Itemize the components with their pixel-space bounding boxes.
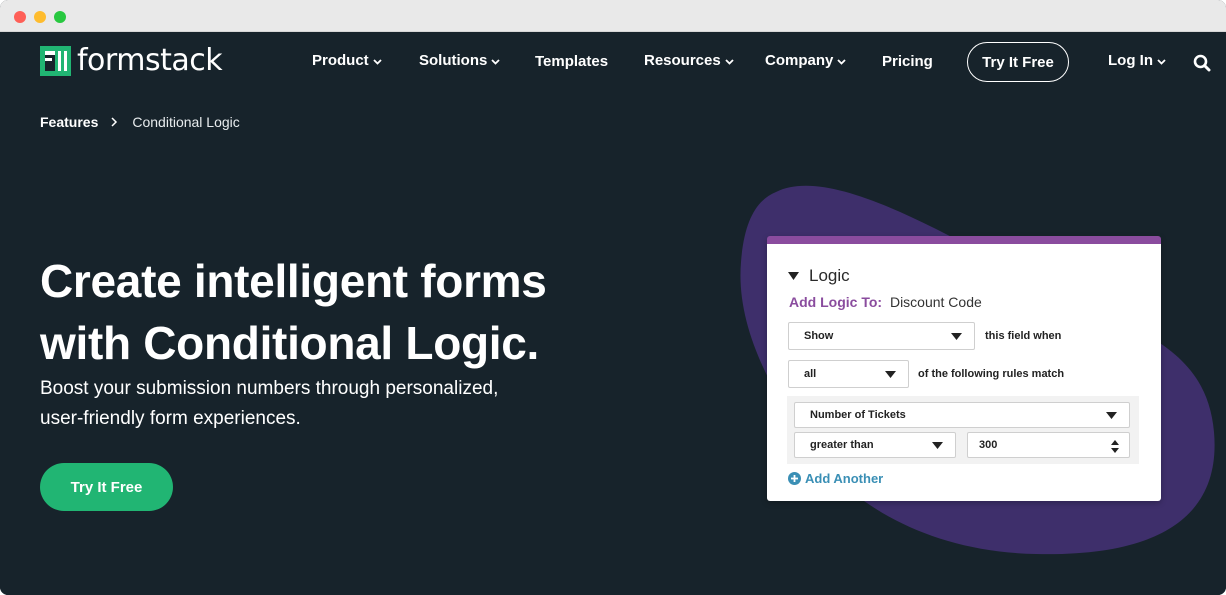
logic-card-title: Logic bbox=[809, 266, 850, 285]
browser-window: formstack Product Solutions Templates Re… bbox=[0, 0, 1226, 595]
chevron-down-icon bbox=[837, 58, 846, 65]
formstack-logo-icon bbox=[40, 46, 71, 76]
add-another-label: Add Another bbox=[805, 471, 884, 486]
brand-name: formstack bbox=[77, 43, 223, 78]
page: formstack Product Solutions Templates Re… bbox=[0, 32, 1226, 595]
hero-subtitle-line: user-friendly form experiences. bbox=[40, 408, 301, 429]
dropdown-caret-icon bbox=[951, 333, 962, 340]
hero-title-line: with Conditional Logic. bbox=[40, 317, 540, 369]
action-select-value: Show bbox=[804, 330, 834, 342]
add-logic-to-value: Discount Code bbox=[889, 294, 982, 310]
nav-item-label: Resources bbox=[644, 52, 721, 69]
nav-item-label: Log In bbox=[1108, 52, 1153, 69]
rule-field-select[interactable]: Number of Tickets bbox=[794, 402, 1130, 428]
match-suffix-text: of the following rules match bbox=[918, 368, 1065, 380]
nav-item-resources[interactable]: Resources bbox=[644, 52, 734, 69]
nav-item-label: Solutions bbox=[419, 52, 488, 69]
hero-title-line: Create intelligent forms bbox=[40, 255, 547, 307]
breadcrumb-current: Conditional Logic bbox=[132, 114, 240, 130]
minimize-window-button[interactable] bbox=[34, 11, 46, 23]
logic-card: Logic Add Logic To: Discount Code Show t… bbox=[767, 236, 1161, 501]
nav-item-login[interactable]: Log In bbox=[1108, 52, 1166, 69]
rule-operator-select[interactable]: greater than bbox=[794, 432, 956, 458]
add-logic-to-label: Add Logic To: bbox=[789, 294, 883, 310]
dropdown-caret-icon bbox=[885, 371, 896, 378]
breadcrumb-features-link[interactable]: Features bbox=[40, 114, 98, 130]
chevron-down-icon bbox=[373, 58, 382, 65]
action-select[interactable]: Show bbox=[788, 322, 975, 350]
action-suffix-text: this field when bbox=[985, 330, 1062, 342]
rule-group: Number of Tickets greater than 300 bbox=[787, 396, 1139, 464]
add-another-button[interactable]: Add Another bbox=[788, 471, 883, 486]
chevron-down-icon bbox=[491, 58, 500, 65]
nav-item-label: Company bbox=[765, 52, 834, 69]
hero-subtitle: Boost your submission numbers through pe… bbox=[40, 374, 560, 434]
maximize-window-button[interactable] bbox=[54, 11, 66, 23]
formstack-logo[interactable]: formstack bbox=[40, 43, 223, 78]
hero-try-it-free-button[interactable]: Try It Free bbox=[40, 463, 173, 511]
dropdown-caret-icon bbox=[932, 442, 943, 449]
chevron-right-icon bbox=[111, 117, 118, 127]
nav-try-it-free-button[interactable]: Try It Free bbox=[967, 42, 1069, 82]
nav-item-product[interactable]: Product bbox=[312, 52, 382, 69]
nav-item-solutions[interactable]: Solutions bbox=[419, 52, 500, 69]
close-window-button[interactable] bbox=[14, 11, 26, 23]
add-logic-to: Add Logic To: Discount Code bbox=[789, 294, 982, 310]
nav-item-pricing[interactable]: Pricing bbox=[882, 53, 933, 70]
chevron-down-icon bbox=[1157, 58, 1166, 65]
number-spinner-icon[interactable] bbox=[1111, 440, 1119, 453]
rule-field-value: Number of Tickets bbox=[810, 409, 906, 421]
nav-item-label: Product bbox=[312, 52, 369, 69]
hero-title: Create intelligent forms with Conditiona… bbox=[40, 250, 640, 374]
breadcrumb: Features Conditional Logic bbox=[40, 114, 240, 130]
match-select-value: all bbox=[804, 368, 817, 380]
rule-value-text: 300 bbox=[979, 439, 998, 451]
chevron-down-icon bbox=[725, 58, 734, 65]
dropdown-caret-icon bbox=[1106, 412, 1117, 419]
match-select[interactable]: all bbox=[788, 360, 909, 388]
plus-circle-icon bbox=[788, 472, 801, 485]
nav-item-label: Templates bbox=[535, 53, 609, 70]
nav-item-templates[interactable]: Templates bbox=[535, 53, 608, 70]
nav-item-company[interactable]: Company bbox=[765, 52, 846, 69]
hero-subtitle-line: Boost your submission numbers through pe… bbox=[40, 378, 499, 399]
logic-card-header[interactable]: Logic bbox=[788, 266, 850, 286]
window-titlebar bbox=[0, 0, 1226, 32]
search-icon[interactable] bbox=[1193, 54, 1211, 72]
nav-item-label: Pricing bbox=[882, 53, 933, 70]
collapse-triangle-icon bbox=[788, 272, 799, 280]
rule-operator-value: greater than bbox=[810, 439, 874, 451]
rule-value-input[interactable]: 300 bbox=[967, 432, 1130, 458]
